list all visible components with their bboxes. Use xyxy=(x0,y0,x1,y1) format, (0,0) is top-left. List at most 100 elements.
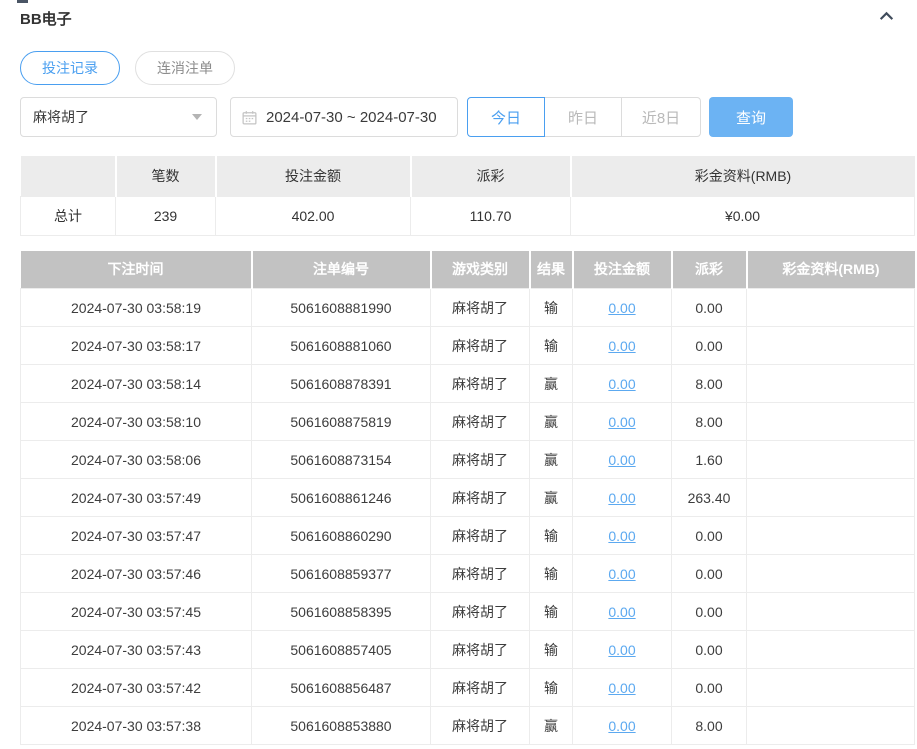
calendar-icon xyxy=(241,109,258,126)
cell-jackpot xyxy=(746,630,915,669)
cell-bet-amount: 0.00 xyxy=(572,364,672,403)
cell-payout: 0.00 xyxy=(671,592,747,631)
cell-bet-amount: 0.00 xyxy=(572,288,672,327)
cell-jackpot xyxy=(746,554,915,593)
cell-result: 赢 xyxy=(529,478,573,517)
cell-result: 赢 xyxy=(529,402,573,441)
query-button[interactable]: 查询 xyxy=(709,97,793,137)
bet-amount-link[interactable]: 0.00 xyxy=(608,528,635,544)
bet-amount-link[interactable]: 0.00 xyxy=(608,376,635,392)
record-row: 2024-07-30 03:57:46 5061608859377 麻将胡了 输… xyxy=(20,554,915,593)
total-bet-amount: 402.00 xyxy=(215,195,411,236)
cell-payout: 8.00 xyxy=(671,364,747,403)
summary-header-jackpot: 彩金资料(RMB) xyxy=(570,156,915,196)
cell-bet-amount: 0.00 xyxy=(572,592,672,631)
cell-order-no: 5061608860290 xyxy=(251,516,431,555)
cell-bet-time: 2024-07-30 03:57:46 xyxy=(20,554,252,593)
cell-order-no: 5061608878391 xyxy=(251,364,431,403)
cell-game-type: 麻将胡了 xyxy=(430,554,530,593)
cell-bet-amount: 0.00 xyxy=(572,706,672,745)
record-row: 2024-07-30 03:57:43 5061608857405 麻将胡了 输… xyxy=(20,630,915,669)
cell-bet-amount: 0.00 xyxy=(572,440,672,479)
bet-amount-link[interactable]: 0.00 xyxy=(608,718,635,734)
cell-game-type: 麻将胡了 xyxy=(430,440,530,479)
cell-order-no: 5061608858395 xyxy=(251,592,431,631)
header-payout: 派彩 xyxy=(671,250,748,289)
cell-jackpot xyxy=(746,326,915,365)
cell-game-type: 麻将胡了 xyxy=(430,668,530,707)
cell-result: 输 xyxy=(529,554,573,593)
today-button[interactable]: 今日 xyxy=(467,97,545,137)
cell-order-no: 5061608875819 xyxy=(251,402,431,441)
tab-bar: 投注记录 连消注单 xyxy=(20,51,915,85)
chevron-up-icon xyxy=(878,8,895,30)
record-row: 2024-07-30 03:57:42 5061608856487 麻将胡了 输… xyxy=(20,668,915,707)
cell-bet-time: 2024-07-30 03:58:10 xyxy=(20,402,252,441)
cell-bet-time: 2024-07-30 03:58:14 xyxy=(20,364,252,403)
tab-cancelled-orders[interactable]: 连消注单 xyxy=(135,51,235,85)
cell-bet-amount: 0.00 xyxy=(572,326,672,365)
bet-amount-link[interactable]: 0.00 xyxy=(608,604,635,620)
cell-bet-time: 2024-07-30 03:58:17 xyxy=(20,326,252,365)
bet-amount-link[interactable]: 0.00 xyxy=(608,300,635,316)
tab-bet-records[interactable]: 投注记录 xyxy=(20,51,120,85)
bet-amount-link[interactable]: 0.00 xyxy=(608,338,635,354)
summary-header-empty xyxy=(20,156,117,196)
page-title: BB电子 xyxy=(20,11,72,28)
collapse-panel-button[interactable] xyxy=(878,10,895,28)
cell-result: 赢 xyxy=(529,706,573,745)
cell-game-type: 麻将胡了 xyxy=(430,630,530,669)
bet-amount-link[interactable]: 0.00 xyxy=(608,490,635,506)
total-jackpot: ¥0.00 xyxy=(570,195,915,236)
cell-order-no: 5061608856487 xyxy=(251,668,431,707)
cell-game-type: 麻将胡了 xyxy=(430,364,530,403)
cell-bet-amount: 0.00 xyxy=(572,668,672,707)
cell-jackpot xyxy=(746,592,915,631)
cell-jackpot xyxy=(746,288,915,327)
records-header-row: 下注时间 注单编号 游戏类别 结果 投注金额 派彩 彩金资料(RMB) xyxy=(20,250,915,289)
yesterday-button[interactable]: 昨日 xyxy=(544,97,622,137)
record-row: 2024-07-30 03:57:47 5061608860290 麻将胡了 输… xyxy=(20,516,915,555)
header-result: 结果 xyxy=(529,250,574,289)
records-table: 下注时间 注单编号 游戏类别 结果 投注金额 派彩 彩金资料(RMB) 2024… xyxy=(20,250,915,745)
cell-bet-time: 2024-07-30 03:57:45 xyxy=(20,592,252,631)
cell-bet-time: 2024-07-30 03:57:49 xyxy=(20,478,252,517)
cell-order-no: 5061608873154 xyxy=(251,440,431,479)
cell-order-no: 5061608859377 xyxy=(251,554,431,593)
total-payout: 110.70 xyxy=(410,195,571,236)
summary-header-row: 笔数 投注金额 派彩 彩金资料(RMB) xyxy=(20,156,915,196)
game-select[interactable]: 麻将胡了 xyxy=(20,97,217,137)
bet-amount-link[interactable]: 0.00 xyxy=(608,680,635,696)
bet-amount-link[interactable]: 0.00 xyxy=(608,414,635,430)
cell-bet-time: 2024-07-30 03:57:47 xyxy=(20,516,252,555)
record-row: 2024-07-30 03:58:06 5061608873154 麻将胡了 赢… xyxy=(20,440,915,479)
cell-game-type: 麻将胡了 xyxy=(430,516,530,555)
panel-header: BB电子 xyxy=(20,0,915,29)
cell-payout: 8.00 xyxy=(671,706,747,745)
cell-game-type: 麻将胡了 xyxy=(430,326,530,365)
bet-amount-link[interactable]: 0.00 xyxy=(608,452,635,468)
record-row: 2024-07-30 03:57:49 5061608861246 麻将胡了 赢… xyxy=(20,478,915,517)
date-range-input[interactable]: 2024-07-30 ~ 2024-07-30 xyxy=(230,97,458,137)
bet-amount-link[interactable]: 0.00 xyxy=(608,566,635,582)
last-8-days-button[interactable]: 近8日 xyxy=(621,97,701,137)
cell-bet-amount: 0.00 xyxy=(572,402,672,441)
header-order-no: 注单编号 xyxy=(251,250,432,289)
cell-order-no: 5061608881060 xyxy=(251,326,431,365)
cell-order-no: 5061608881990 xyxy=(251,288,431,327)
cell-game-type: 麻将胡了 xyxy=(430,402,530,441)
cell-payout: 0.00 xyxy=(671,288,747,327)
record-row: 2024-07-30 03:58:19 5061608881990 麻将胡了 输… xyxy=(20,288,915,327)
cell-result: 输 xyxy=(529,592,573,631)
summary-table: 笔数 投注金额 派彩 彩金资料(RMB) 总计 239 402.00 110.7… xyxy=(20,156,915,236)
cell-payout: 0.00 xyxy=(671,516,747,555)
total-count: 239 xyxy=(115,195,216,236)
record-row: 2024-07-30 03:58:14 5061608878391 麻将胡了 赢… xyxy=(20,364,915,403)
cell-payout: 0.00 xyxy=(671,668,747,707)
bet-amount-link[interactable]: 0.00 xyxy=(608,642,635,658)
cell-bet-amount: 0.00 xyxy=(572,478,672,517)
cell-result: 输 xyxy=(529,326,573,365)
cell-bet-amount: 0.00 xyxy=(572,630,672,669)
summary-header-count: 笔数 xyxy=(115,156,217,196)
summary-header-bet-amount: 投注金额 xyxy=(215,156,412,196)
